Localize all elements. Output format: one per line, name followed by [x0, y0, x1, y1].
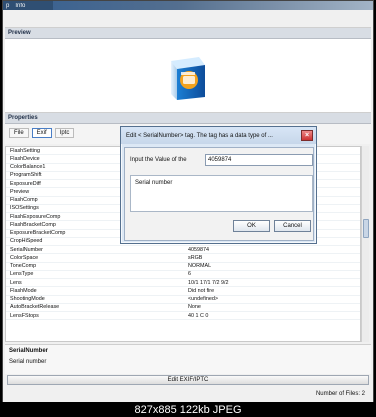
table-row[interactable]: LensType 6 [6, 271, 360, 279]
property-value: 10/1 17/1 7/2 9/2 [188, 279, 229, 286]
property-value: NORMAL [188, 263, 212, 270]
property-value: <undefined> [188, 296, 218, 303]
dialog-title: Edit < SerialNumber> tag. The tag has a … [121, 127, 316, 144]
edit-tag-dialog: Edit < SerialNumber> tag. The tag has a … [120, 126, 317, 244]
software-box-preview-image [157, 47, 219, 109]
table-row[interactable]: ShootingMode <undefined> [6, 296, 360, 304]
table-row[interactable]: SerialNumber 4059874 [6, 246, 360, 255]
table-row[interactable]: ColorSpace sRGB [6, 254, 360, 263]
property-name: LensFStops [10, 312, 39, 319]
table-row[interactable]: AutoBracketRelease None [6, 304, 360, 312]
edit-exif-iptc-button[interactable]: Edit EXIF/IPTC [7, 375, 369, 385]
property-name: AutoBracketRelease [10, 304, 60, 311]
dialog-body: Input the Value of the 4059874 Serial nu… [124, 147, 314, 241]
property-value: sRGB [188, 254, 203, 261]
property-description-body: Serial number [9, 359, 47, 365]
preview-area [5, 39, 371, 117]
dialog-description: Serial number [130, 175, 313, 212]
menu-bar-background [53, 1, 373, 10]
table-row[interactable]: LensFStops 40 1 C 0 [6, 312, 360, 321]
table-row[interactable]: ToneComp NORMAL [6, 263, 360, 271]
tab-exif[interactable]: Exif [31, 127, 52, 138]
property-name: SerialNumber [10, 246, 43, 253]
menu-item-p[interactable]: p [6, 3, 9, 9]
main-window: p Info Preview Properties File Exif Iptc… [2, 0, 374, 417]
property-name: ColorSpace [10, 254, 39, 261]
property-name: LensType [10, 271, 34, 278]
cancel-button[interactable]: Cancel [274, 220, 311, 232]
preview-panel: Preview [5, 27, 371, 117]
tab-file[interactable]: File [9, 127, 29, 138]
tab-iptc[interactable]: Iptc [54, 127, 75, 138]
property-value: None [188, 304, 201, 311]
menu-item-info[interactable]: Info [15, 3, 25, 9]
preview-title: Preview [5, 28, 371, 39]
ok-button[interactable]: OK [233, 220, 270, 232]
scrollbar-thumb[interactable] [363, 219, 369, 238]
property-name: ToneComp [10, 263, 37, 270]
property-scrollbar[interactable] [361, 146, 369, 342]
properties-title: Properties [5, 113, 371, 124]
dialog-input-label: Input the Value of the [130, 157, 187, 163]
property-name: Lens [10, 279, 22, 286]
image-info-watermark: 827x885 122kb JPEG [0, 402, 376, 417]
close-icon[interactable]: × [301, 130, 313, 141]
property-description-title: SerialNumber [9, 348, 49, 354]
property-description: SerialNumber Serial number [5, 344, 371, 374]
status-bar: Number of Files: 2 [5, 389, 371, 399]
table-row[interactable]: FlashMode Did not fire [6, 287, 360, 296]
serial-number-input[interactable]: 4059874 [205, 154, 313, 166]
property-value: Did not fire [188, 287, 215, 294]
property-name: FlashMode [10, 287, 37, 294]
property-value: 4059874 [188, 246, 209, 253]
property-value: 6 [188, 271, 191, 278]
file-count: Number of Files: 2 [315, 391, 365, 397]
table-row[interactable]: Lens 10/1 17/1 7/2 9/2 [6, 279, 360, 288]
property-value: 40 1 C 0 [188, 312, 209, 319]
property-name: ShootingMode [10, 296, 45, 303]
